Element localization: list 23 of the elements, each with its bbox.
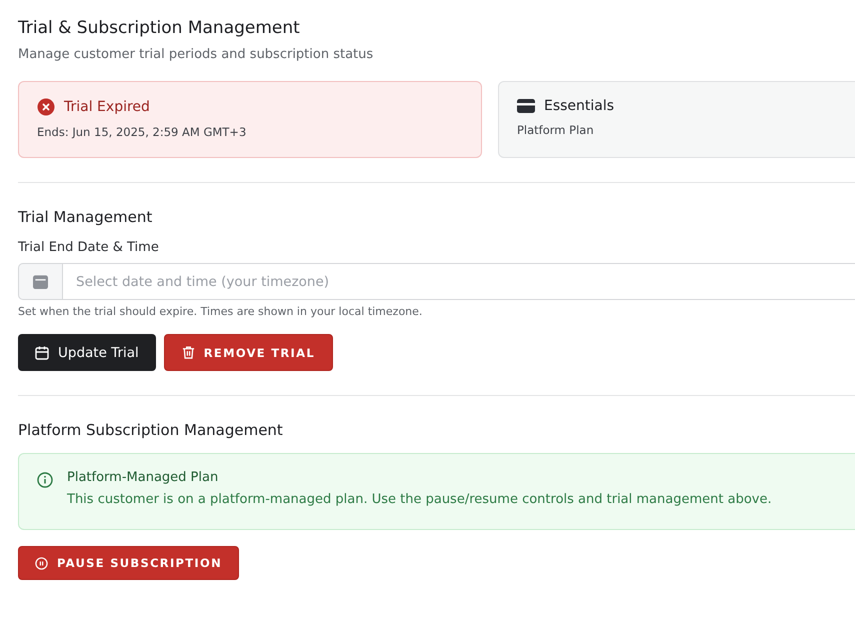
calendar-icon	[33, 274, 48, 289]
page-title: Trial & Subscription Management	[18, 18, 301, 38]
date-time-field[interactable]: Select date and time (your timezone)	[63, 263, 855, 300]
status-detail: Platform Plan	[517, 123, 595, 137]
danger-button[interactable]: PAUSE SUBSCRIPTION	[18, 546, 239, 580]
status-detail: Ends: Jun 15, 2025, 2:59 AM GMT+3	[37, 125, 248, 139]
pause-icon	[35, 556, 48, 570]
status-title: Essentials	[544, 98, 614, 114]
notice-title: Platform-Managed Plan	[67, 470, 220, 485]
section-heading: Platform Subscription Management	[18, 421, 284, 439]
calendar-icon	[35, 346, 49, 360]
trash-icon	[182, 346, 195, 359]
section-heading: Trial Management	[18, 208, 154, 226]
field-label: Trial End Date & Time	[18, 240, 160, 255]
info-icon	[37, 472, 53, 488]
credit-card-icon	[517, 99, 535, 113]
status-title: Trial Expired	[64, 99, 150, 115]
page-subtitle: Manage customer trial periods and subscription status	[18, 47, 374, 62]
error-icon	[37, 98, 55, 116]
notice-text: This customer is on a platform-managed plan. Use the pause/resume controls and trial management above.	[67, 492, 772, 507]
update-button[interactable]: Update Trial	[18, 334, 156, 371]
danger-button[interactable]: REMOVE TRIAL	[164, 334, 333, 371]
help-text: Set when the trial should expire. Times are shown in your local timezone.	[18, 305, 424, 318]
